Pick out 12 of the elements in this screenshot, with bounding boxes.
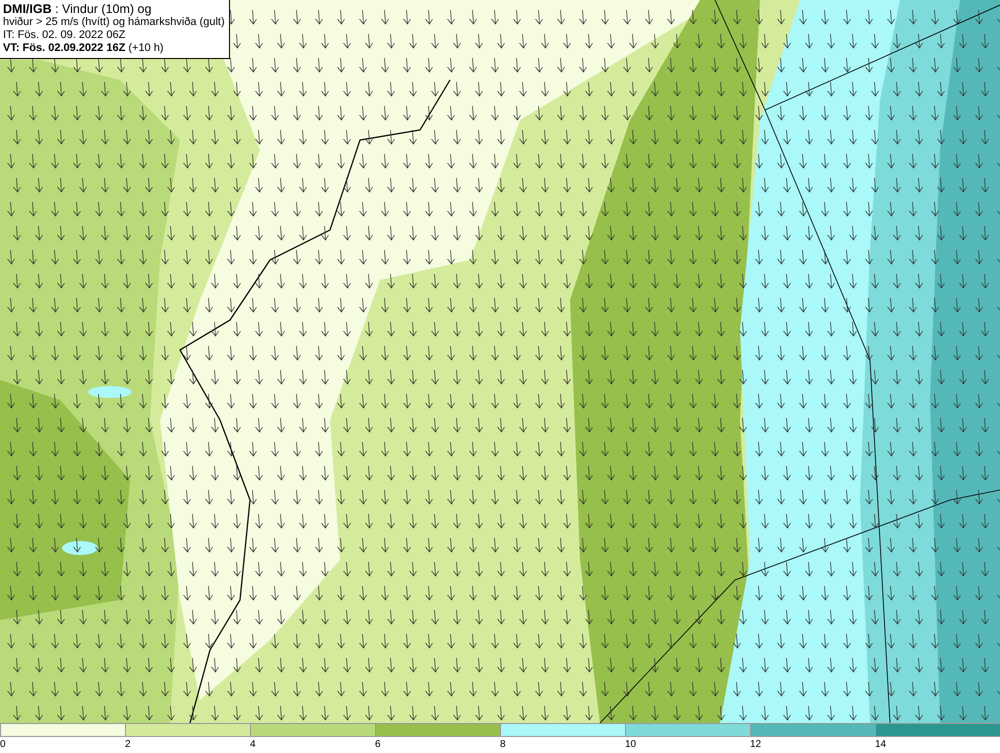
title-text: hviður > 25 m/s (hvítt) og hámarkshviða (gult) <box>3 16 225 29</box>
legend-label: 12 <box>750 738 762 752</box>
legend-label: 4 <box>250 738 256 752</box>
legend-label: 6 <box>375 738 381 752</box>
legend-label: 14 <box>875 738 886 752</box>
legend-label: 0 <box>0 738 6 752</box>
legend-label: 8 <box>500 738 506 752</box>
title-text: IT: Fös. 02. 09. 2022 06Z <box>3 29 126 42</box>
legend-label: 2 <box>125 738 131 752</box>
title-text: DMI/IGB : Vindur (10m) og <box>3 2 152 16</box>
legend-label: 10 <box>625 738 636 752</box>
title-text: VT: Fös. 02.09.2022 16Z (+10 h) <box>3 42 165 55</box>
